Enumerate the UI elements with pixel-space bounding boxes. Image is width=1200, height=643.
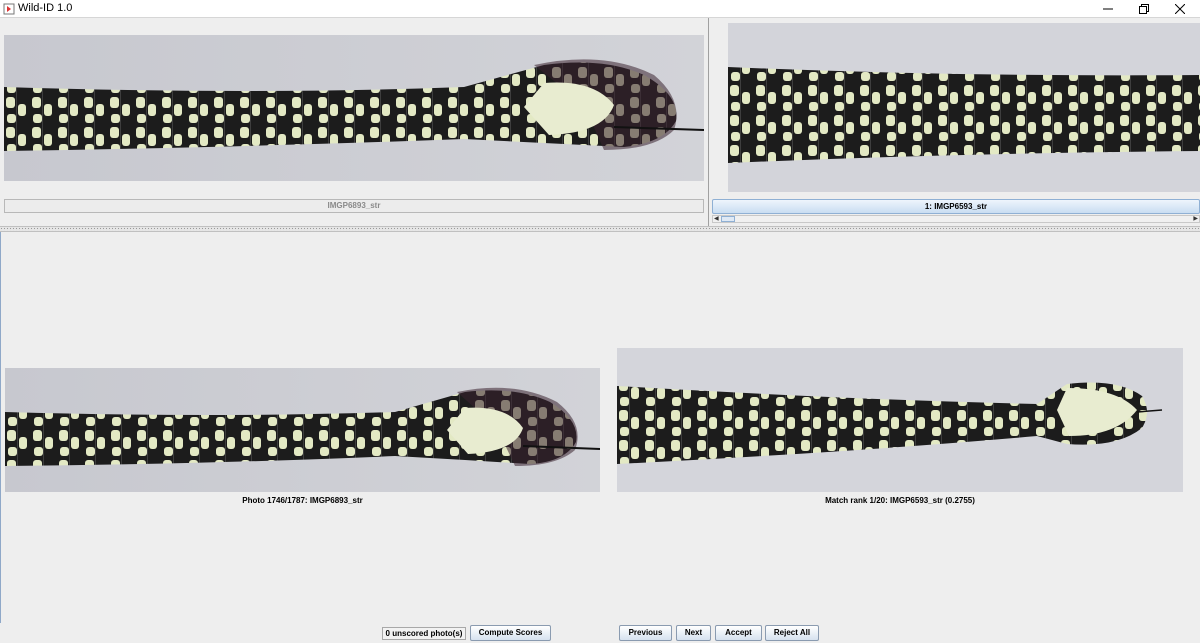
minimize-button[interactable] — [1090, 0, 1126, 18]
scroll-left-icon[interactable]: ◀ — [714, 216, 719, 222]
match-list-header[interactable]: 1: IMGP6593_str — [712, 199, 1200, 214]
java-app-icon — [3, 3, 15, 15]
restore-icon — [1139, 4, 1149, 14]
previous-button[interactable]: Previous — [619, 625, 672, 641]
close-button[interactable] — [1162, 0, 1198, 18]
next-button[interactable]: Next — [676, 625, 711, 641]
scroll-right-icon[interactable]: ▶ — [1193, 216, 1198, 222]
action-toolbar: 0 unscored photo(s) Compute Scores Previ… — [0, 623, 1200, 643]
snake-photo — [4, 35, 704, 181]
query-photo-thumbnail[interactable] — [4, 35, 704, 181]
query-photo-label: IMGP6893_str — [4, 199, 704, 213]
comparison-area: Photo 1746/1787: IMGP6893_str Match rank… — [0, 232, 1200, 623]
restore-button[interactable] — [1126, 0, 1162, 18]
query-photo-caption: Photo 1746/1787: IMGP6893_str — [242, 496, 363, 505]
snake-photo — [728, 23, 1200, 192]
compute-scores-button[interactable]: Compute Scores — [470, 625, 551, 641]
unscored-status: 0 unscored photo(s) — [382, 627, 466, 640]
scroll-thumb[interactable] — [721, 216, 735, 222]
title-bar: Wild-ID 1.0 — [0, 0, 1200, 18]
window-title: Wild-ID 1.0 — [18, 2, 73, 14]
match-photo-caption: Match rank 1/20: IMGP6593_str (0.2755) — [825, 496, 975, 505]
match-photo-panel: 1: IMGP6593_str ◀ ▶ — [708, 18, 1200, 226]
accept-button[interactable]: Accept — [715, 625, 762, 641]
minimize-icon — [1103, 8, 1113, 10]
snake-photo — [5, 368, 600, 492]
query-photo-panel: IMGP6893_str — [0, 18, 708, 226]
reject-all-button[interactable]: Reject All — [765, 625, 819, 641]
close-icon — [1175, 4, 1185, 14]
horizontal-scrollbar[interactable]: ◀ ▶ — [712, 215, 1200, 223]
snake-photo — [617, 348, 1183, 492]
match-photo-thumbnail[interactable] — [728, 23, 1200, 192]
match-photo-large — [617, 348, 1183, 492]
query-photo-large — [5, 368, 600, 492]
